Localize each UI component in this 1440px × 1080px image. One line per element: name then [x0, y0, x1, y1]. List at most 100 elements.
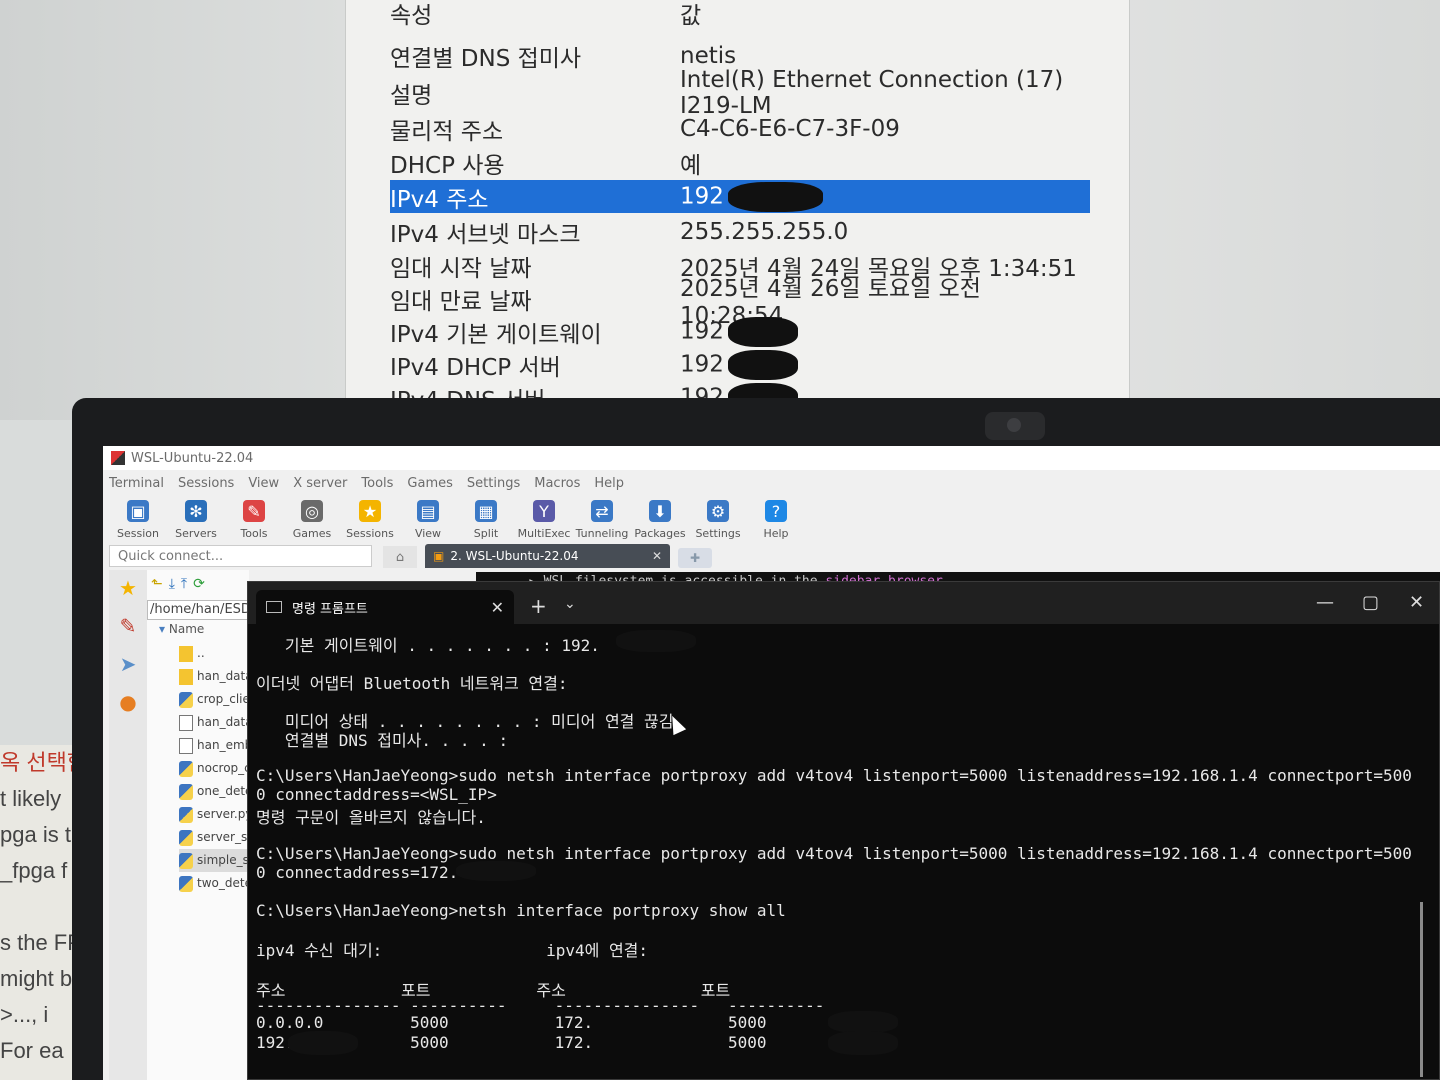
toolbar-tools-button[interactable]: ✎ Tools: [225, 494, 283, 544]
mobaxterm-titlebar: WSL-Ubuntu-22.04: [103, 446, 1440, 470]
quick-connect-placeholder: Quick connect...: [118, 548, 224, 564]
property-key: 임대 시작 날짜: [390, 255, 532, 282]
send-icon[interactable]: ➤: [120, 652, 137, 676]
close-icon[interactable]: ✕: [491, 598, 504, 617]
file-name: ..: [197, 646, 205, 660]
toolbar-session-button[interactable]: ▣ Session: [109, 494, 167, 544]
property-key: 임대 만료 날짜: [390, 288, 532, 315]
property-row[interactable]: 물리적 주소 C4-C6-E6-C7-3F-09: [390, 112, 1090, 145]
toolbar: ▣ Session ✻ Servers ✎ Tools ◎ Games ★ Sessions ▤ Vi…: [103, 494, 1440, 544]
toolbar-label: Tunneling: [575, 527, 629, 540]
terminal-line: 0.0.0.0 5000 172. 5000: [256, 1013, 767, 1032]
scrollbar[interactable]: [1420, 902, 1423, 1077]
toolbar-label: Settings: [695, 527, 741, 540]
add-icon: ✚: [689, 551, 701, 565]
star-icon[interactable]: ★: [119, 576, 137, 600]
chevron-down-icon[interactable]: ⌄: [564, 596, 576, 612]
sftp-browser: ⬑ ⤓ ⤒ ⟳ /home/han/ESD ▾ Name .. han_data c…: [147, 570, 259, 1080]
games-icon: ◎: [301, 500, 323, 522]
property-row[interactable]: 임대 만료 날짜 2025년 4월 26일 토요일 오전 10:28:54: [390, 276, 1090, 329]
servers-icon: ✻: [185, 500, 207, 522]
maximize-button[interactable]: ▢: [1362, 592, 1379, 613]
python-file-icon: [179, 852, 193, 869]
sftp-path-field[interactable]: /home/han/ESD: [147, 600, 249, 620]
property-key: 물리적 주소: [390, 118, 504, 145]
menu-item-terminal[interactable]: Terminal: [109, 476, 164, 491]
toolbar-settings-button[interactable]: ⚙ Settings: [689, 494, 747, 544]
toolbar-label: Split: [473, 527, 499, 540]
download-icon[interactable]: ⤓: [169, 576, 175, 592]
tools-icon[interactable]: ✎: [120, 614, 137, 638]
toolbar-servers-button[interactable]: ✻ Servers: [167, 494, 225, 544]
terminal-output[interactable]: 기본 게이트웨이 . . . . . . . : 192. 이더넷 어댑터 Blu…: [256, 624, 1426, 1079]
multiexec-icon: Y: [533, 500, 555, 522]
upload-icon[interactable]: ⤒: [181, 576, 187, 592]
toolbar-label: Servers: [175, 527, 217, 540]
menu-item-x-server[interactable]: X server: [293, 476, 347, 491]
toolbar-split-button[interactable]: ▦ Split: [457, 494, 515, 544]
tab-wsl-ubuntu[interactable]: ▣ 2. WSL-Ubuntu-22.04 ✕: [425, 544, 670, 568]
close-icon[interactable]: ✕: [652, 549, 662, 563]
menu-item-settings[interactable]: Settings: [467, 476, 520, 491]
sftp-name-column[interactable]: ▾ Name: [159, 622, 204, 636]
quick-connect-input[interactable]: Quick connect...: [109, 545, 372, 567]
toolbar-sessions-button[interactable]: ★ Sessions: [341, 494, 399, 544]
minimize-button[interactable]: —: [1316, 592, 1334, 613]
menu-item-view[interactable]: View: [248, 476, 279, 491]
toolbar-label: Help: [763, 527, 789, 540]
menu-item-games[interactable]: Games: [407, 476, 452, 491]
redaction-mark: [727, 316, 798, 347]
file-name: han_data: [197, 715, 253, 729]
property-key: IPv4 주소: [390, 186, 489, 213]
property-value: 255.255.255.0: [680, 218, 849, 245]
sort-chevron-icon: ▾: [159, 622, 166, 636]
new-tab-button[interactable]: +: [530, 594, 547, 618]
terminal-line: 명령 구문이 올바르지 않습니다.: [256, 808, 486, 827]
property-row[interactable]: 설명 Intel(R) Ethernet Connection (17) I219…: [390, 67, 1090, 119]
python-file-icon: [179, 806, 193, 823]
menu-item-macros[interactable]: Macros: [534, 476, 580, 491]
toolbar-view-button[interactable]: ▤ View: [399, 494, 457, 544]
value-column-header: 값: [680, 2, 702, 29]
command-prompt-window: 명령 프롬프트 ✕ + ⌄ — ▢ ✕ 기본 게이트웨이 . . . . . .…: [247, 581, 1440, 1080]
property-row[interactable]: DHCP 사용 예: [390, 146, 1090, 179]
toolbar-packages-button[interactable]: ⬇ Packages: [631, 494, 689, 544]
split-icon: ▦: [475, 500, 497, 522]
property-row[interactable]: IPv4 서브넷 마스크 255.255.255.0: [390, 215, 1090, 248]
toolbar-games-button[interactable]: ◎ Games: [283, 494, 341, 544]
redaction-mark: [828, 1011, 898, 1033]
property-row[interactable]: IPv4 DHCP 서버 192: [390, 348, 1090, 381]
terminal-titlebar: 명령 프롬프트 ✕ + ⌄ — ▢ ✕: [248, 582, 1439, 624]
close-window-button[interactable]: ✕: [1409, 592, 1424, 613]
terminal-line: 연결별 DNS 접미사. . . . :: [256, 731, 509, 750]
redaction-mark: [828, 1031, 898, 1055]
macro-icon[interactable]: ●: [119, 690, 136, 714]
toolbar-tunneling-button[interactable]: ⇄ Tunneling: [573, 494, 631, 544]
tools-icon: ✎: [243, 500, 265, 522]
menu-item-help[interactable]: Help: [594, 476, 624, 491]
tab-label: 2. WSL-Ubuntu-22.04: [450, 549, 579, 563]
toolbar-label: Packages: [634, 527, 686, 540]
property-value: 예: [680, 152, 702, 179]
new-tab-button[interactable]: ✚: [678, 548, 712, 568]
property-row[interactable]: IPv4 주소 192: [390, 180, 1090, 213]
tab-command-prompt[interactable]: 명령 프롬프트 ✕: [256, 590, 514, 624]
property-value: 192: [680, 349, 1090, 380]
session-tabs: ⌂ ▣ 2. WSL-Ubuntu-22.04 ✕ ✚: [383, 544, 1440, 568]
property-row[interactable]: IPv4 기본 게이트웨이 192: [390, 315, 1090, 348]
details-header: 속성 값: [390, 0, 1090, 29]
toolbar-label: Tools: [240, 527, 268, 540]
redaction-mark: [288, 1031, 358, 1055]
toolbar-multiexec-button[interactable]: Y MultiExec: [515, 494, 573, 544]
star-icon: ★: [359, 500, 381, 522]
home-tab[interactable]: ⌂: [383, 546, 417, 568]
folder-up-icon[interactable]: ⬑: [151, 576, 163, 592]
menu-item-tools[interactable]: Tools: [361, 476, 393, 491]
property-key: 연결별 DNS 접미사: [390, 45, 582, 72]
terminal-line: 0 connectaddress=<WSL_IP>: [256, 785, 497, 804]
property-value: 192: [680, 181, 1090, 212]
refresh-icon[interactable]: ⟳: [193, 576, 205, 592]
menu-item-sessions[interactable]: Sessions: [178, 476, 234, 491]
toolbar-help-button[interactable]: ? Help: [747, 494, 805, 544]
tunneling-icon: ⇄: [591, 500, 613, 522]
